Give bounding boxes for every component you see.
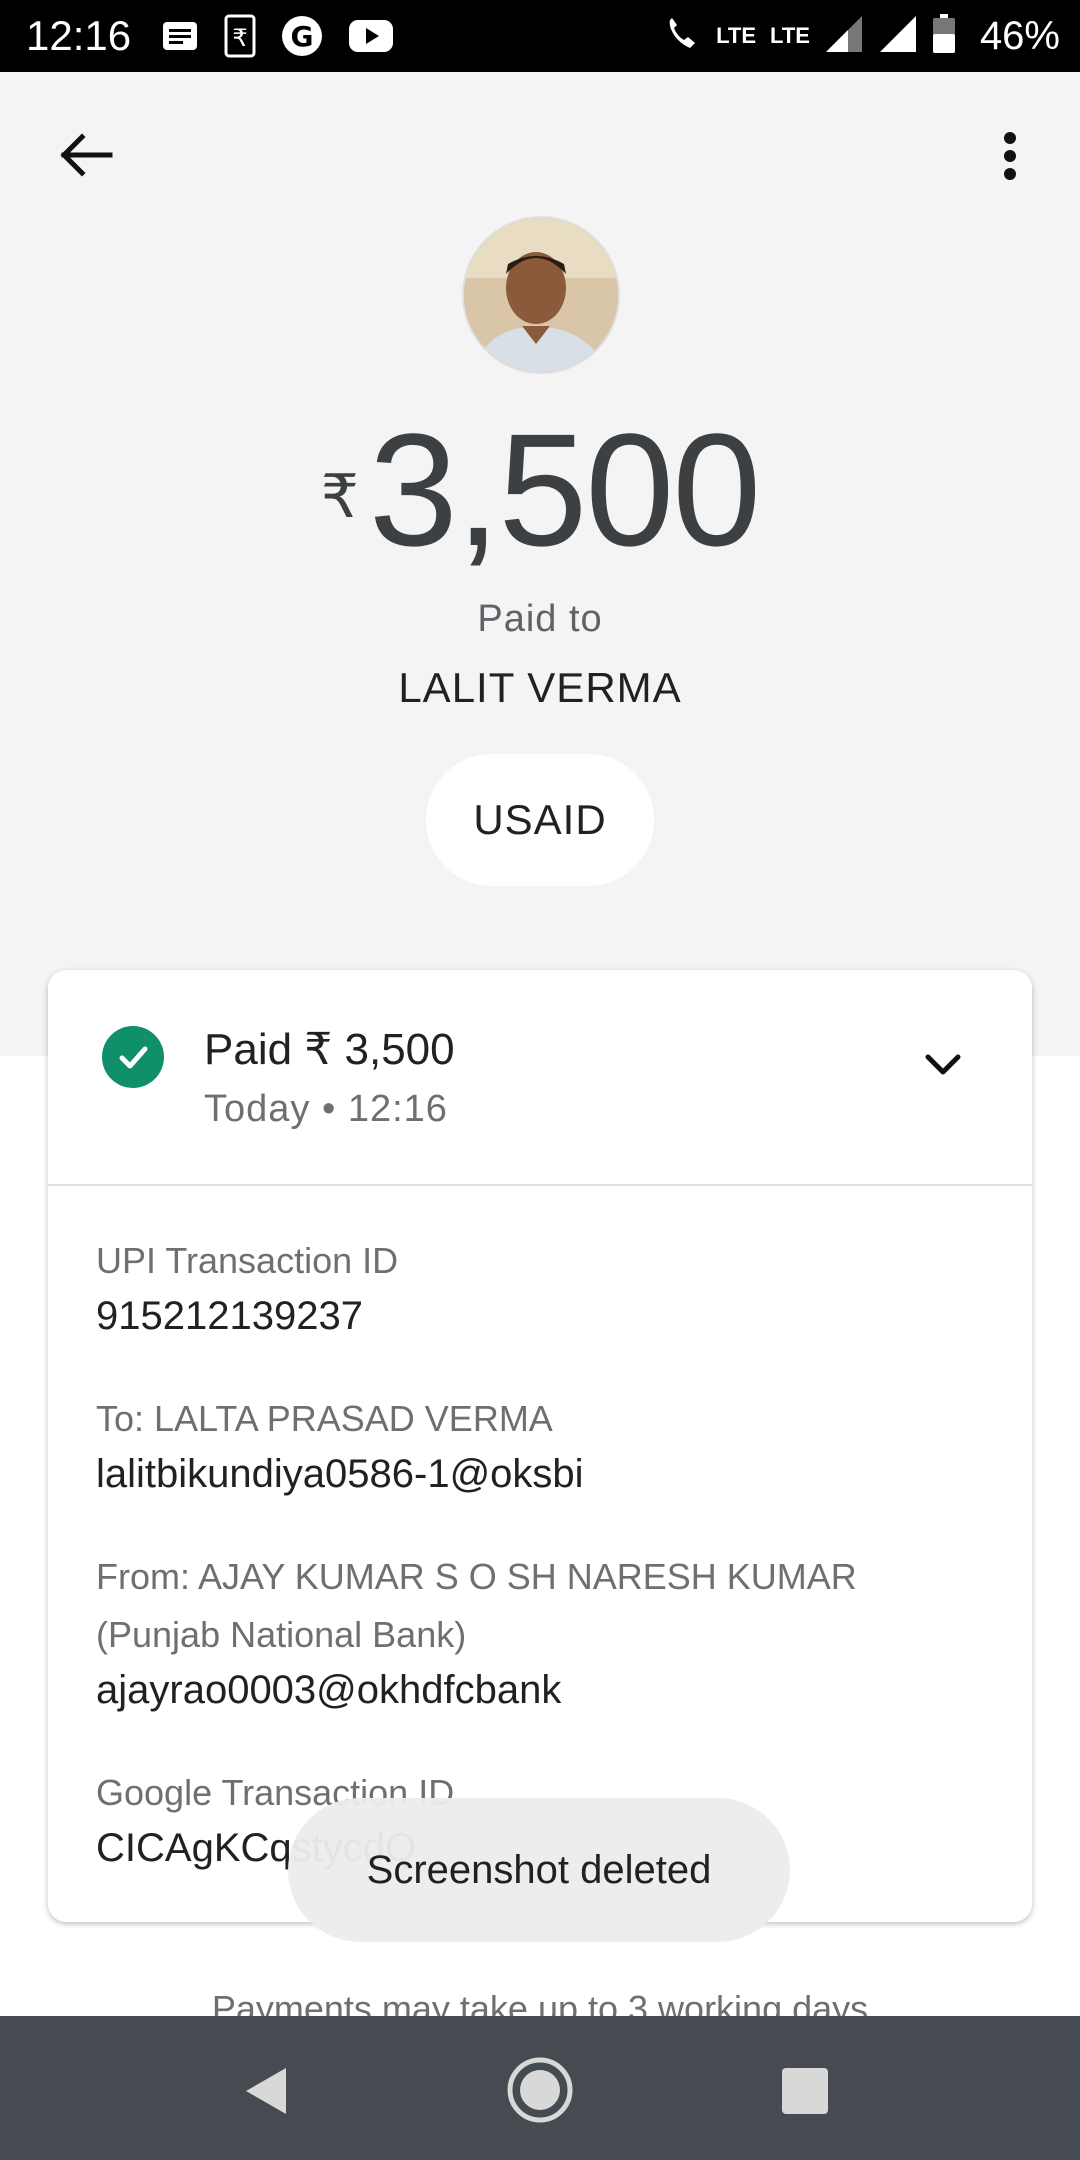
from-account-label: From: AJAY KUMAR S O SH NARESH KUMAR bbox=[96, 1556, 857, 1597]
payment-amount: 3,500 bbox=[368, 400, 761, 579]
circle-home-icon bbox=[507, 2057, 573, 2123]
status-time: 12:16 bbox=[26, 12, 132, 59]
amount-display: ₹ 3,500 bbox=[0, 400, 1080, 580]
notification-message-icon bbox=[160, 16, 200, 61]
avatar bbox=[462, 216, 620, 374]
to-account-value: lalitbikundiya0586-1@oksbi bbox=[96, 1452, 584, 1496]
triangle-back-icon bbox=[246, 2068, 286, 2114]
google-icon: G bbox=[280, 14, 324, 63]
nav-back-button[interactable] bbox=[240, 2064, 294, 2118]
network-type-2: LTE bbox=[770, 23, 810, 48]
from-account-value: ajayrao0003@okhdfcbank bbox=[96, 1668, 562, 1712]
payment-note-chip[interactable]: USAID bbox=[426, 754, 654, 886]
network-type: LTE bbox=[716, 23, 757, 48]
youtube-icon bbox=[348, 19, 394, 58]
transaction-status-row[interactable]: Paid ₹ 3,500 Today • 12:16 bbox=[48, 970, 1032, 1186]
paid-to-label: Paid to bbox=[477, 598, 603, 640]
check-circle-icon bbox=[102, 1026, 164, 1088]
system-navigation-bar bbox=[0, 2016, 1080, 2160]
more-options-button[interactable] bbox=[990, 122, 1030, 192]
rupee-receipt-icon: ₹ bbox=[224, 14, 256, 63]
arrow-back-icon bbox=[60, 133, 113, 177]
currency-symbol: ₹ bbox=[320, 463, 359, 530]
status-bar: 12:16 ₹ G LTE LTE 46% bbox=[0, 0, 1080, 72]
transaction-time: Today • 12:16 bbox=[204, 1088, 448, 1130]
transaction-status-title: Paid ₹ 3,500 bbox=[204, 1025, 455, 1074]
upi-transaction-id-label: UPI Transaction ID bbox=[96, 1240, 399, 1281]
signal-icon bbox=[824, 14, 864, 59]
nav-recents-button[interactable] bbox=[782, 2068, 828, 2114]
battery-percent: 46% bbox=[979, 14, 1060, 58]
upi-transaction-id-value: 915212139237 bbox=[96, 1294, 363, 1338]
toast-message: Screenshot deleted bbox=[288, 1798, 790, 1942]
transaction-details-card: Paid ₹ 3,500 Today • 12:16 UPI Transacti… bbox=[48, 970, 1032, 1922]
chevron-down-icon[interactable] bbox=[918, 1040, 968, 1090]
svg-text:₹: ₹ bbox=[232, 24, 247, 52]
to-account-label: To: LALTA PRASAD VERMA bbox=[96, 1398, 553, 1439]
svg-text:G: G bbox=[291, 20, 314, 53]
payee-name: LALIT VERMA bbox=[398, 664, 682, 711]
signal-icon bbox=[878, 14, 918, 59]
nav-home-button[interactable] bbox=[506, 2056, 574, 2124]
more-vert-icon bbox=[1004, 132, 1016, 180]
back-button[interactable] bbox=[50, 120, 120, 190]
battery-icon bbox=[932, 13, 956, 59]
wifi-calling-icon bbox=[662, 14, 702, 59]
from-bank-label: (Punjab National Bank) bbox=[96, 1614, 467, 1655]
